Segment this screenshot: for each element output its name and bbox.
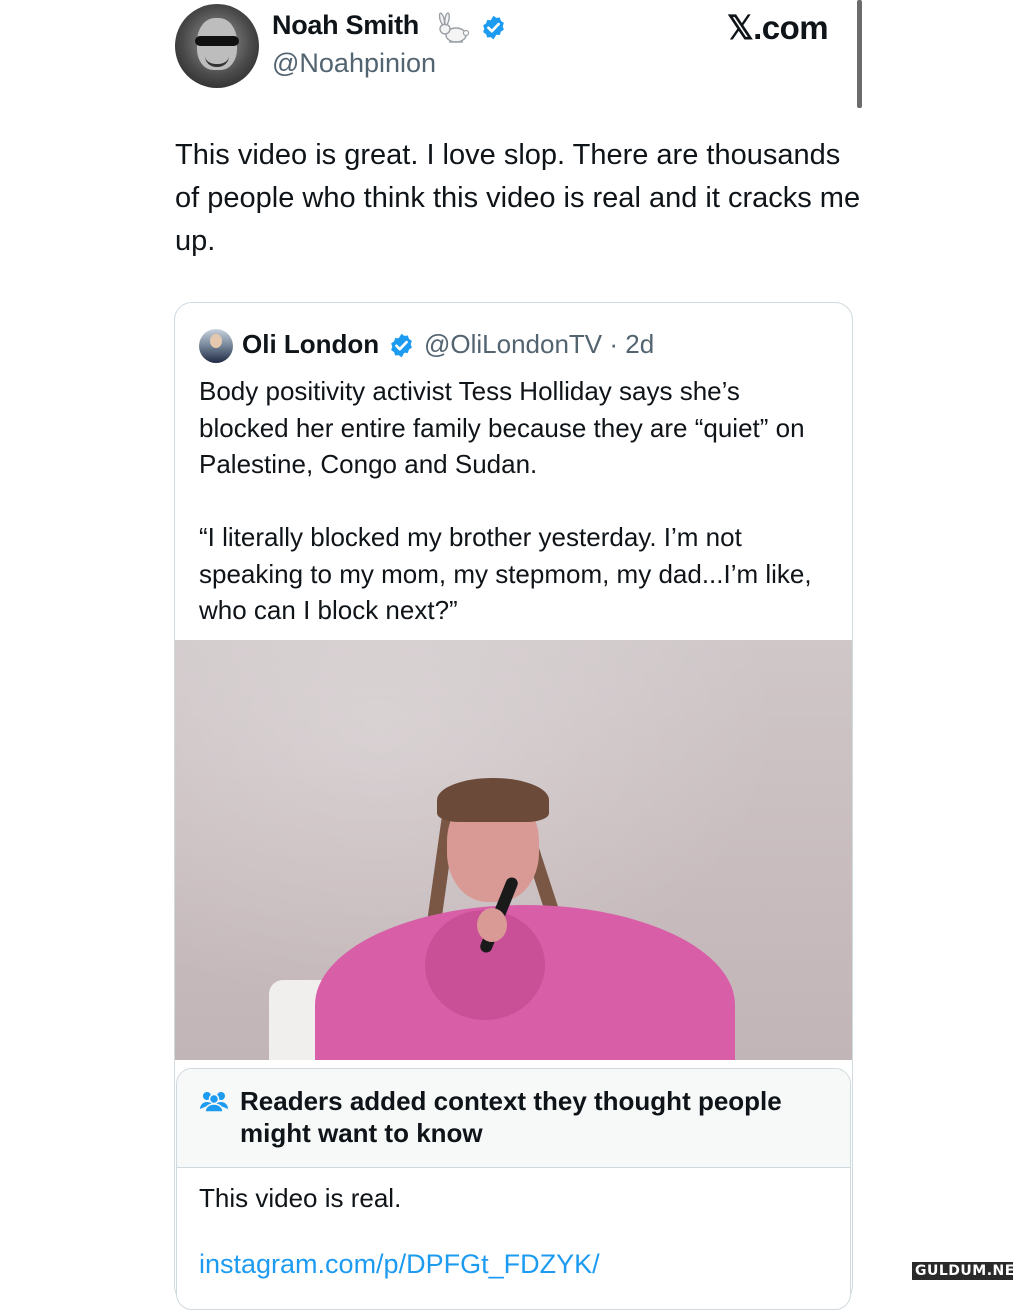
tweet-text: This video is great. I love slop. There …: [175, 139, 861, 257]
verified-badge-icon: [391, 333, 412, 358]
video-frame[interactable]: [175, 640, 852, 1060]
community-note-text: This video is real.: [199, 1183, 402, 1213]
scrollbar[interactable]: [857, 0, 862, 108]
watermark: GULDUM.NET: [912, 1262, 1013, 1280]
author-handle[interactable]: @Noahpinion: [272, 48, 436, 79]
quoted-tweet-text: Body positivity activist Tess Holliday s…: [199, 376, 812, 625]
author-name[interactable]: Noah Smith: [272, 10, 419, 41]
site-label: 𝕏.com: [727, 9, 829, 46]
verified-badge-icon: [483, 15, 504, 40]
quoted-author-avatar[interactable]: [199, 329, 233, 363]
community-note-header: Readers added context they thought peopl…: [177, 1069, 850, 1168]
author-avatar[interactable]: [175, 4, 259, 88]
quoted-author-name[interactable]: Oli London: [242, 329, 379, 360]
community-note: Readers added context they thought peopl…: [176, 1068, 851, 1310]
quoted-handle-time[interactable]: @OliLondonTV · 2d: [424, 329, 654, 360]
rabbit-icon: [438, 12, 470, 43]
community-note-link[interactable]: instagram.com/p/DPFGt_FDZYK/: [199, 1249, 600, 1280]
people-icon: [200, 1092, 228, 1113]
community-note-title: Readers added context they thought peopl…: [240, 1086, 782, 1148]
